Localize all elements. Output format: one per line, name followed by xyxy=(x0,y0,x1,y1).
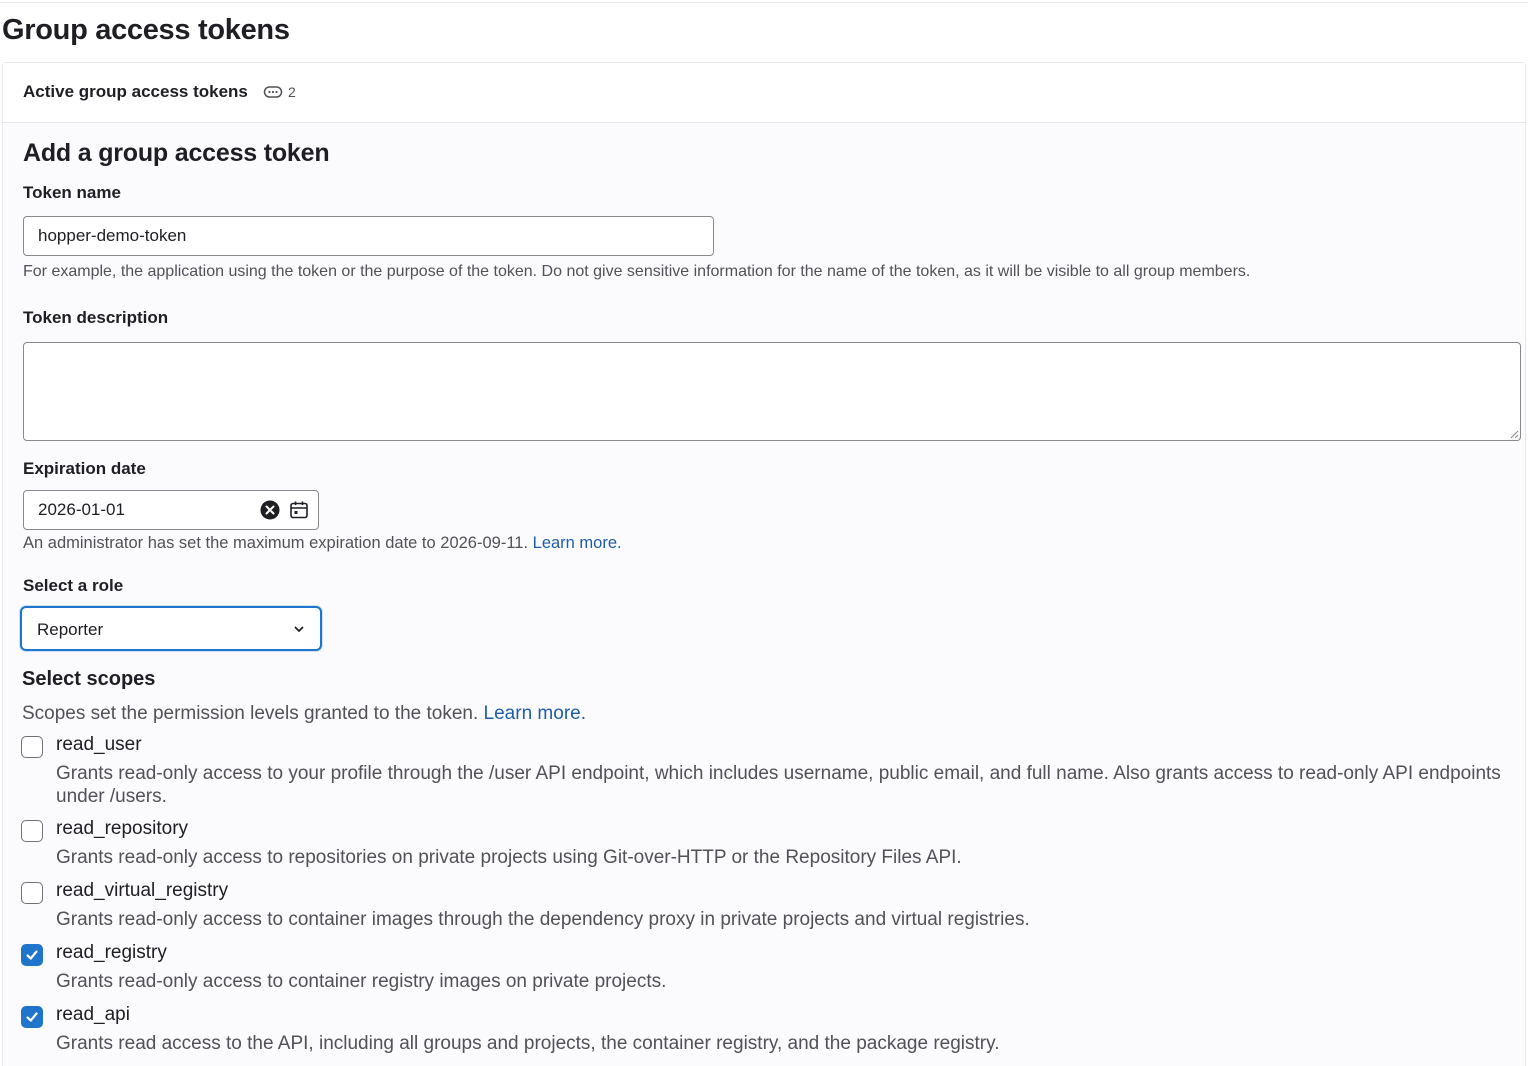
chevron-down-icon xyxy=(294,626,304,632)
scope-description: Grants read-only access to repositories … xyxy=(56,847,962,868)
scope-name: read_registry xyxy=(56,942,167,963)
token-icon xyxy=(263,86,283,98)
expiration-date-label: Expiration date xyxy=(23,459,146,478)
clear-date-icon[interactable] xyxy=(259,499,281,521)
scope-description: Grants read-only access to your profile … xyxy=(56,763,1501,807)
role-label: Select a role xyxy=(23,576,124,595)
top-divider xyxy=(0,2,1528,3)
scope-description: Grants read-only access to container reg… xyxy=(56,971,667,992)
scope-checkbox-read-virtual-registry[interactable] xyxy=(21,882,43,904)
token-description-label: Token description xyxy=(23,308,169,327)
scope-name: read_user xyxy=(56,734,142,755)
expiration-date-help: An administrator has set the maximum exp… xyxy=(23,534,622,553)
scope-checkbox-read-registry[interactable] xyxy=(21,944,43,966)
scopes-help: Scopes set the permission levels granted… xyxy=(22,703,586,725)
token-description-textarea[interactable] xyxy=(23,342,1521,441)
scope-description: Grants read access to the API, including… xyxy=(56,1033,1000,1054)
checkmark-icon xyxy=(26,950,38,960)
page-title: Group access tokens xyxy=(2,14,290,46)
token-name-label: Token name xyxy=(23,183,121,202)
scope-checkbox-read-user[interactable] xyxy=(21,736,43,758)
scopes-title: Select scopes xyxy=(22,668,156,690)
active-tokens-title: Active group access tokens xyxy=(23,82,248,101)
checkmark-icon xyxy=(26,1012,38,1022)
scope-checkbox-read-api[interactable] xyxy=(21,1006,43,1028)
token-name-help: For example, the application using the t… xyxy=(23,263,1251,280)
role-select[interactable]: Reporter xyxy=(20,606,322,651)
scopes-help-text: Scopes set the permission levels granted… xyxy=(22,703,479,724)
active-tokens-count: 2 xyxy=(288,84,296,100)
token-name-input[interactable]: hopper-demo-token xyxy=(23,216,714,256)
calendar-icon[interactable] xyxy=(288,499,310,521)
scope-name: read_virtual_registry xyxy=(56,880,229,901)
resize-grip-icon[interactable] xyxy=(1509,429,1519,439)
scope-name: read_api xyxy=(56,1004,130,1025)
scope-name: read_repository xyxy=(56,818,189,839)
active-tokens-header[interactable]: Active group access tokens 2 xyxy=(3,63,1525,123)
scope-description: Grants read-only access to container ima… xyxy=(56,909,1030,930)
token-panel: Active group access tokens 2 Add a group… xyxy=(2,62,1526,1066)
scope-checkbox-read-repository[interactable] xyxy=(21,820,43,842)
expiration-help-text: An administrator has set the maximum exp… xyxy=(23,534,529,552)
role-select-value: Reporter xyxy=(37,620,104,639)
form-title: Add a group access token xyxy=(23,139,330,167)
expiration-learn-more-link[interactable]: Learn more. xyxy=(533,534,622,552)
scopes-learn-more-link[interactable]: Learn more. xyxy=(484,703,586,724)
